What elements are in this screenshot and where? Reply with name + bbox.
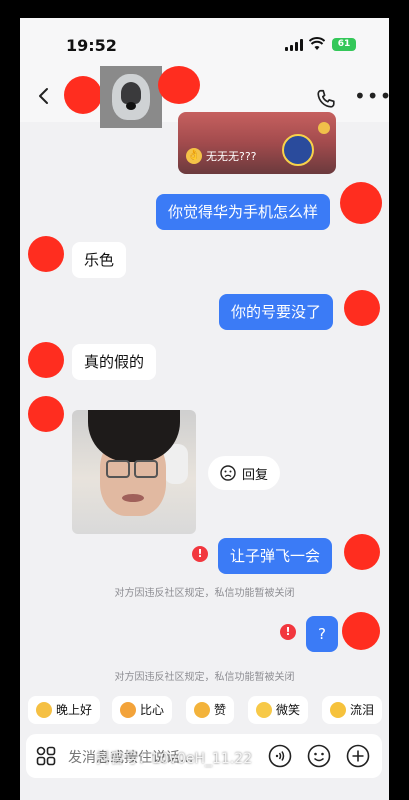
back-button[interactable]: [34, 86, 54, 106]
redacted-contact-avatar: [28, 396, 64, 432]
redacted-self-avatar: [344, 290, 380, 326]
moon-sticker-icon: [282, 134, 314, 166]
chevron-left-icon: [39, 88, 48, 104]
quick-reply-chip[interactable]: 流泪: [322, 696, 383, 724]
voice-icon[interactable]: [268, 744, 292, 768]
quick-reply-chip[interactable]: 赞: [186, 696, 235, 724]
incoming-message[interactable]: 真的假的: [72, 344, 157, 380]
thumb-emoji-icon: 👌: [186, 148, 202, 164]
plus-icon[interactable]: [346, 744, 370, 768]
crying-emoji-icon: [330, 701, 346, 718]
redacted-self-avatar: [344, 534, 380, 570]
outgoing-message[interactable]: ?: [306, 616, 338, 652]
image-message[interactable]: [72, 410, 196, 534]
redacted-contact-avatar: [28, 342, 64, 378]
status-time: 19:52: [66, 36, 117, 55]
apps-grid-icon[interactable]: [36, 746, 56, 766]
outgoing-message[interactable]: 你觉得华为手机怎么样: [156, 194, 331, 230]
phone-screen: 19:52 61 ••• 👌 无无无??? 你觉得华为手机怎么样 乐色 你的号要…: [20, 18, 389, 800]
system-notice: 对方因违反社区规定，私信功能暂被关闭: [114, 588, 295, 599]
send-failed-icon[interactable]: !: [280, 624, 296, 640]
star-emoji-icon: [36, 701, 52, 718]
emoji-icon[interactable]: [307, 744, 331, 768]
thumbs-up-emoji-icon: [194, 701, 210, 718]
contact-avatar[interactable]: [100, 66, 162, 128]
incoming-message[interactable]: 乐色: [72, 242, 127, 278]
system-notice: 对方因违反社区规定，私信功能暂被关闭: [114, 672, 295, 683]
redacted-name-mark: [158, 66, 200, 104]
shared-video-card[interactable]: 👌 无无无???: [178, 112, 336, 174]
quick-reply-chip[interactable]: 微笑: [248, 696, 309, 724]
reply-button[interactable]: 回复: [208, 456, 280, 490]
call-icon[interactable]: [315, 88, 337, 110]
redacted-self-avatar: [340, 182, 382, 224]
badge-icon: [318, 122, 330, 134]
card-caption: 无无无???: [206, 150, 257, 163]
heart-hand-emoji-icon: [120, 701, 136, 718]
sad-face-icon: [220, 465, 236, 481]
redacted-self-avatar: [342, 612, 380, 650]
more-options-icon[interactable]: •••: [354, 84, 389, 108]
watermark: 抖音号：L0v0eH_11.22: [96, 751, 253, 767]
quick-reply-chip[interactable]: 晚上好: [28, 696, 101, 724]
message-list[interactable]: 👌 无无无??? 你觉得华为手机怎么样 乐色 你的号要没了 真的假的 回复 ! …: [20, 112, 389, 692]
battery-indicator: 61: [332, 38, 356, 51]
redacted-contact-avatar: [28, 236, 64, 272]
smile-emoji-icon: [256, 701, 272, 718]
redacted-avatar-mark: [64, 76, 102, 114]
status-bar: 19:52 61: [20, 18, 389, 72]
outgoing-message[interactable]: 你的号要没了: [219, 294, 334, 330]
outgoing-message[interactable]: 让子弹飞一会: [218, 538, 333, 574]
signal-icon: [285, 39, 303, 51]
reply-label: 回复: [242, 468, 269, 483]
send-failed-icon[interactable]: !: [192, 546, 208, 562]
wifi-icon: [309, 37, 325, 50]
quick-reply-chip[interactable]: 比心: [112, 696, 173, 724]
